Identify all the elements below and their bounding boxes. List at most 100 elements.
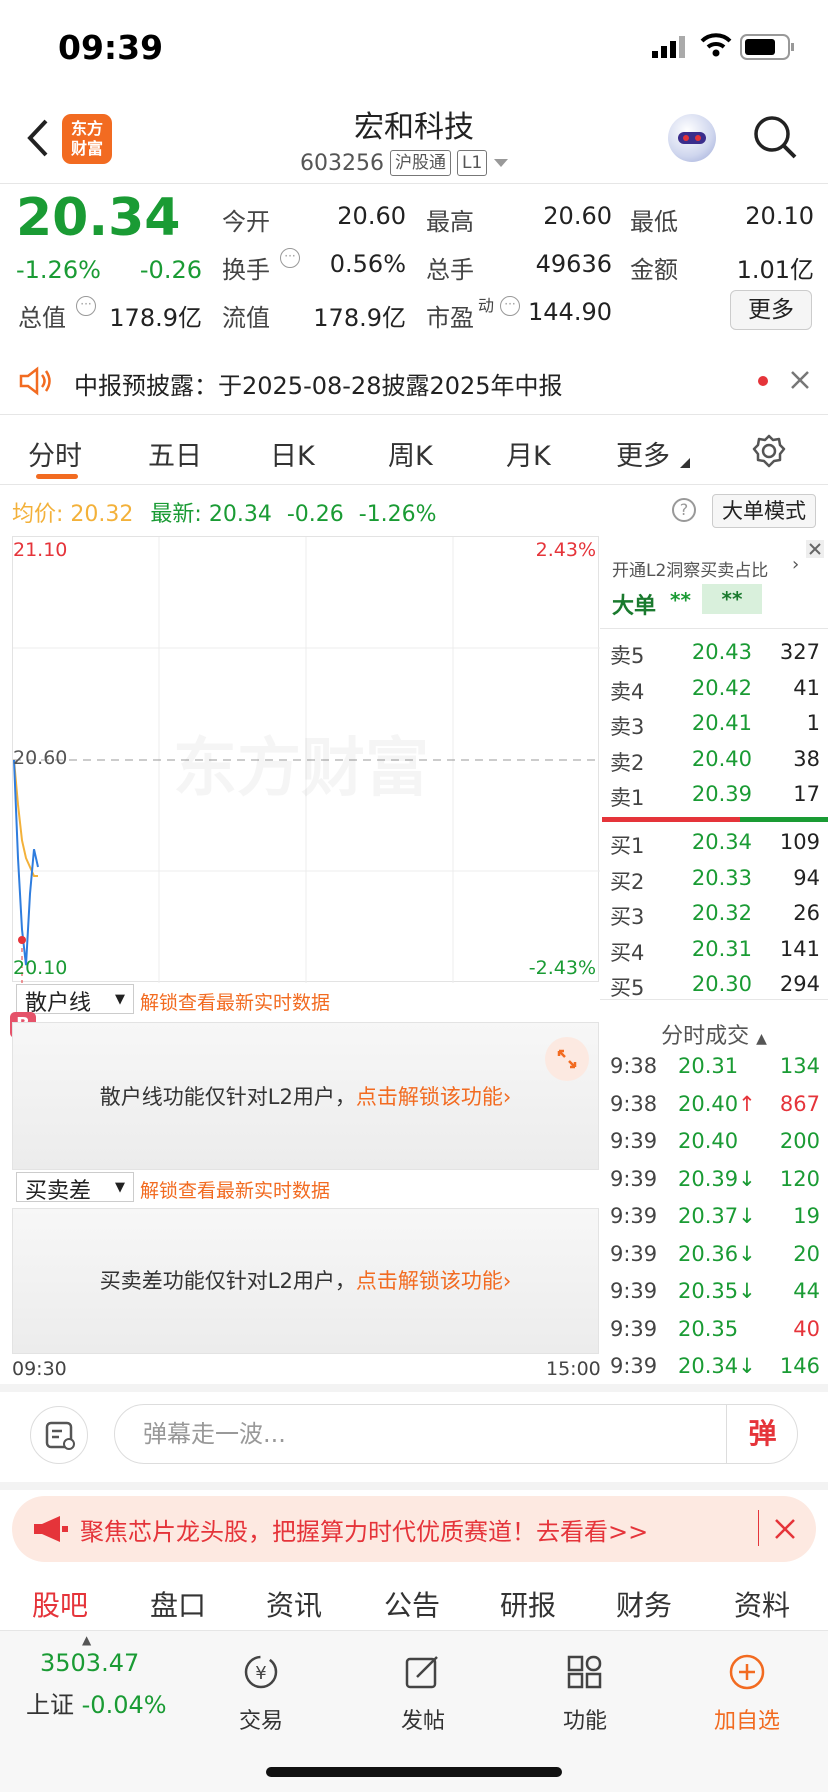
info-icon[interactable]: ··· [280, 248, 300, 268]
tab-monthly-k[interactable]: 月K [506, 434, 551, 473]
ask-row: 卖3 20.41 1 [600, 707, 828, 742]
retail-line-select[interactable]: 散户线 ▼ [16, 984, 134, 1016]
wifi-icon [700, 33, 732, 57]
more-button[interactable]: 更多 [730, 290, 812, 330]
avg-value: 20.32 [70, 502, 134, 527]
close-icon[interactable] [790, 370, 810, 390]
tab-more[interactable]: 更多 [616, 434, 670, 473]
index-value[interactable]: 3503.47 [40, 1649, 139, 1677]
intraday-chart[interactable]: 东方财富 21.10 20.60 20.10 2.43% -2.43% [12, 536, 600, 983]
l2-promo-link[interactable]: 开通L2洞察买卖占比 [612, 556, 768, 581]
gear-icon[interactable] [752, 434, 786, 468]
tab-research[interactable]: 研报 [500, 1584, 556, 1624]
tab-market[interactable]: 盘口 [150, 1584, 206, 1624]
ask-volume: 38 [793, 746, 820, 771]
chart-tabs: 分时 五日 日K 周K 月K 更多 [0, 414, 828, 484]
connect-tag: 沪股通 [389, 150, 451, 176]
close-icon[interactable] [774, 1518, 796, 1540]
spread-unlock-link[interactable]: 解锁查看最新实时数据 [140, 1176, 330, 1203]
grid-icon [567, 1655, 602, 1689]
big-order-mode-button[interactable]: 大单模式 [712, 494, 816, 528]
bid-label: 买1 [610, 834, 645, 858]
tab-forum[interactable]: 股吧 [32, 1584, 88, 1624]
status-bar: 09:39 [0, 0, 828, 92]
stock-code-line[interactable]: 603256 沪股通 L1 [300, 150, 509, 176]
trade-price: 20.34↓ [678, 1354, 756, 1378]
bid-row: 买2 20.33 94 [600, 862, 828, 897]
last-price: 20.34 [16, 188, 181, 248]
turnover-label: 换手 [222, 256, 270, 284]
trade-row: 9:39 20.39↓ 120 [600, 1163, 828, 1198]
nav-add-watchlist-label: 加自选 [713, 1709, 780, 1734]
volume-value: 49636 [535, 250, 612, 278]
retail-unlock-cta[interactable]: 点击解锁该功能 [356, 1085, 503, 1109]
ask-row: 卖1 20.39 17 [600, 778, 828, 813]
notice-bar[interactable]: 中报预披露：于2025-08-28披露2025年中报 [0, 346, 828, 414]
tab-five-day[interactable]: 五日 [148, 434, 202, 473]
unread-dot [758, 376, 768, 386]
status-time: 09:39 [58, 28, 164, 67]
stock-code: 603256 [300, 150, 384, 176]
ask-volume: 1 [806, 711, 820, 735]
tab-profile[interactable]: 资料 [734, 1584, 790, 1624]
high-value: 20.60 [543, 202, 612, 230]
spread-unlock-cta[interactable]: 点击解锁该功能 [356, 1269, 503, 1293]
tab-intraday[interactable]: 分时 [28, 434, 82, 473]
trade-time: 9:39 [610, 1354, 658, 1378]
ask-price: 20.42 [691, 675, 752, 700]
volume-label: 总手 [426, 256, 474, 284]
trade-volume: 867 [779, 1091, 820, 1116]
tab-news[interactable]: 资讯 [266, 1584, 322, 1624]
spread-select[interactable]: 买卖差 ▼ [16, 1172, 134, 1204]
retail-unlock-link[interactable]: 解锁查看最新实时数据 [140, 988, 330, 1015]
danmaku-send-button[interactable]: 弹 [726, 1404, 798, 1464]
trade-row: 9:38 20.40↑ 867 [600, 1088, 828, 1123]
trade-volume: 40 [793, 1316, 820, 1341]
big-order-value-2: ** [702, 584, 762, 614]
low-marker [18, 936, 26, 944]
tab-weekly-k[interactable]: 周K [388, 434, 433, 473]
pe-value: 144.90 [528, 298, 612, 326]
latest-label: 最新: [150, 502, 202, 527]
promo-banner[interactable]: 聚焦芯片龙头股，把握算力时代优质赛道！去看看>> [12, 1496, 816, 1562]
help-icon[interactable]: ? [672, 498, 696, 522]
change-value: -0.26 [139, 256, 202, 284]
chevron-right-icon: › [502, 1269, 512, 1293]
danmaku-settings-button[interactable] [30, 1406, 88, 1464]
danmaku-placeholder: 弹幕走一波... [143, 1420, 286, 1448]
index-line[interactable]: 上证 -0.04% [26, 1685, 167, 1720]
nav-post[interactable]: 发帖 [368, 1653, 478, 1735]
bottom-nav: ▲ 3503.47 上证 -0.04% ¥ 交易 发帖 功能 加自选 [0, 1630, 828, 1792]
ask-price: 20.41 [691, 711, 752, 735]
nav-add-watchlist[interactable]: 加自选 [692, 1653, 802, 1735]
danmaku-input[interactable]: 弹幕走一波... [114, 1404, 798, 1464]
close-icon[interactable] [806, 540, 824, 558]
trade-time: 9:38 [610, 1091, 658, 1116]
trade-time: 9:39 [610, 1279, 658, 1303]
info-icon[interactable]: ··· [76, 296, 96, 316]
search-icon[interactable] [752, 114, 798, 160]
nav-trade[interactable]: ¥ 交易 [206, 1653, 316, 1735]
nav-functions[interactable]: 功能 [530, 1653, 640, 1735]
tab-finance[interactable]: 财务 [616, 1584, 672, 1624]
caret-icon [680, 458, 690, 468]
ask-label: 卖4 [610, 679, 645, 704]
bid-label: 买2 [610, 869, 645, 894]
turnover-value: 0.56% [329, 250, 406, 278]
ask-price: 20.43 [691, 640, 752, 664]
robot-assistant-icon[interactable] [668, 114, 716, 162]
tab-daily-k[interactable]: 日K [270, 434, 315, 473]
expand-icon[interactable] [545, 1037, 589, 1081]
amount-value: 1.01亿 [736, 256, 814, 284]
float-cap-label: 流值 [222, 304, 270, 332]
trades-header[interactable]: 分时成交 ▲ [600, 1018, 828, 1050]
edit-icon [405, 1656, 438, 1689]
bid-volume: 294 [779, 972, 820, 996]
big-order-value-1: ** [670, 588, 691, 612]
trade-row: 9:39 20.36↓ 20 [600, 1238, 828, 1273]
tab-announcements[interactable]: 公告 [384, 1584, 440, 1624]
pct-axis-top: 2.43% [535, 539, 596, 561]
price-info-line: 均价: 20.32 最新: 20.34 -0.26 -1.26% [12, 496, 437, 528]
section-tabs: 股吧 盘口 资讯 公告 研报 财务 资料 [0, 1578, 828, 1630]
bid-label: 买5 [610, 976, 645, 1000]
